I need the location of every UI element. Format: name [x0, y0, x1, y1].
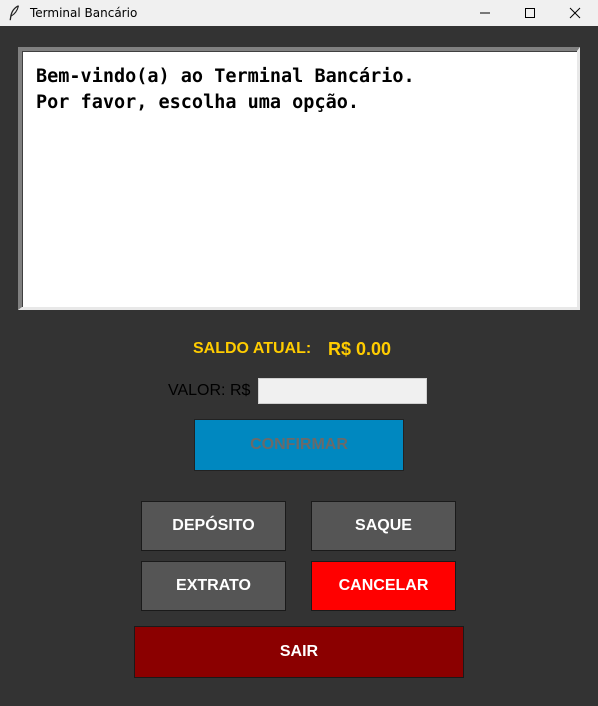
cancelar-button[interactable]: CANCELAR	[311, 561, 456, 611]
message-display: Bem-vindo(a) ao Terminal Bancário. Por f…	[18, 47, 580, 310]
saque-button[interactable]: SAQUE	[311, 501, 456, 551]
valor-input[interactable]	[258, 378, 427, 404]
maximize-button[interactable]	[507, 0, 553, 26]
close-icon	[569, 7, 581, 19]
saldo-label: SALDO ATUAL:	[193, 340, 312, 357]
saldo-value: R$ 0.00	[328, 339, 392, 359]
minimize-button[interactable]	[462, 0, 508, 26]
title-bar[interactable]: Terminal Bancário	[0, 0, 598, 26]
display-line-welcome: Bem-vindo(a) ao Terminal Bancário.	[36, 66, 415, 87]
maximize-icon	[525, 8, 535, 18]
message-display-inner: Bem-vindo(a) ao Terminal Bancário. Por f…	[22, 51, 577, 307]
feather-icon	[9, 5, 20, 21]
window-title: Terminal Bancário	[30, 6, 138, 20]
valor-label: VALOR: R$	[168, 382, 251, 399]
sair-button[interactable]: SAIR	[134, 626, 464, 678]
close-button[interactable]	[552, 0, 598, 26]
deposito-button[interactable]: DEPÓSITO	[141, 501, 286, 551]
app-window: Terminal Bancário Bem-vindo(a) ao Termin…	[0, 0, 598, 706]
minimize-icon	[480, 12, 490, 14]
extrato-button[interactable]: EXTRATO	[141, 561, 286, 611]
confirmar-button[interactable]: CONFIRMAR	[194, 419, 404, 471]
display-line-instruction: Por favor, escolha uma opção.	[36, 92, 360, 113]
